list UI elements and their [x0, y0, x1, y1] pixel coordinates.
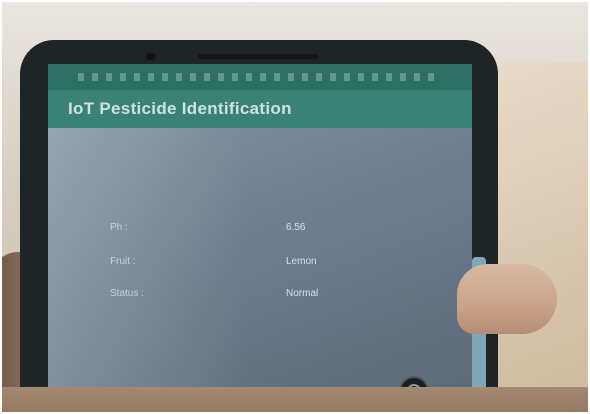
fruit-label: Fruit : [110, 256, 136, 267]
ph-label: Ph : [110, 222, 128, 233]
phone-screen: IoT Pesticide Identification Ph : 6.56 F… [48, 64, 472, 409]
thumb [457, 264, 557, 334]
photo-frame: IoT Pesticide Identification Ph : 6.56 F… [0, 0, 590, 414]
reading-row-status: Status : Normal [48, 288, 472, 308]
fruit-value: Lemon [286, 256, 317, 267]
status-bar [48, 64, 472, 90]
content-area: Ph : 6.56 Fruit : Lemon Status : Normal [48, 128, 472, 409]
app-title: IoT Pesticide Identification [68, 99, 292, 118]
ph-value: 6.56 [286, 222, 306, 233]
status-icons [78, 73, 438, 81]
hand-bottom [2, 387, 588, 412]
status-label: Status : [110, 288, 144, 299]
earpiece-speaker [198, 54, 318, 59]
reading-row-ph: Ph : 6.56 [48, 222, 472, 242]
status-value: Normal [286, 288, 319, 299]
camera-icon [146, 53, 156, 60]
reading-row-fruit: Fruit : Lemon [48, 256, 472, 276]
